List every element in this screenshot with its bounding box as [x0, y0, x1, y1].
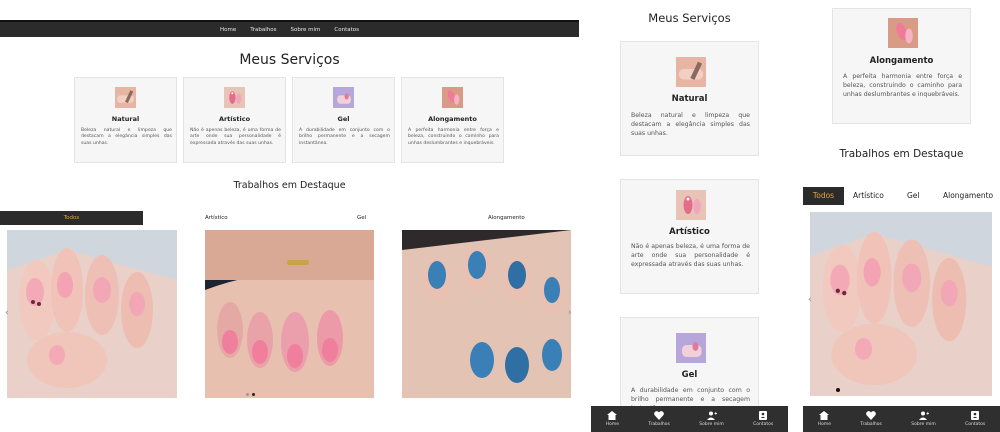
heart-icon	[866, 411, 876, 420]
nail-photo-pink-french	[7, 230, 177, 398]
bottom-nav-label: Contatos	[753, 422, 774, 427]
service-desc: Beleza natural e limpeza que destacam a …	[631, 112, 750, 138]
service-title: Gel	[337, 115, 350, 123]
bottom-nav-label: Sobre mim	[911, 422, 936, 427]
bottom-nav-label: Contatos	[965, 422, 986, 427]
extension-nail-icon	[442, 87, 463, 108]
carousel-dot[interactable]	[246, 393, 249, 396]
service-title: Artístico	[218, 115, 251, 123]
artistic-nail-icon	[676, 190, 706, 220]
service-title: Alongamento	[869, 56, 934, 66]
gallery-image-gel[interactable]	[402, 230, 571, 398]
screenshot-composite: Home Trabalhos Sobre mim Contatos Meus S…	[0, 0, 1000, 432]
service-card-gel: Gel A durabilidade em conjunto com o bri…	[620, 317, 759, 417]
tab-alongamento[interactable]: Alongamento	[943, 187, 993, 205]
service-card-natural: Natural Beleza natural e limpeza que des…	[620, 41, 759, 156]
service-card-alongamento: Alongamento A perfeita harmonia entre fo…	[832, 8, 971, 124]
bottom-nav-label: Trabalhos	[860, 422, 882, 427]
gallery-carousel: ‹ ›	[0, 228, 579, 400]
tab-gel[interactable]: Gel	[357, 211, 366, 225]
bottom-nav-home[interactable]: Home	[818, 411, 831, 427]
services-title: Meus Serviços	[239, 52, 340, 68]
tab-alongamento[interactable]: Alongamento	[488, 211, 525, 225]
service-title: Artístico	[669, 227, 710, 237]
user-add-icon	[706, 411, 717, 420]
natural-nail-icon	[115, 87, 136, 108]
carousel-prev-button[interactable]: ‹	[808, 295, 812, 305]
tab-todos[interactable]: Todos	[803, 187, 844, 205]
services-cards: Natural Beleza natural e limpeza que des…	[74, 77, 506, 163]
service-title: Alongamento	[428, 115, 477, 123]
gallery-tabs: Todos Artístico Gel Alongamento	[803, 187, 1000, 205]
gallery-image-todos[interactable]	[7, 230, 177, 398]
nav-contatos[interactable]: Contatos	[334, 27, 359, 33]
service-title: Natural	[111, 115, 140, 123]
service-desc: Não é apenas beleza, é uma forma de arte…	[190, 128, 281, 146]
bottom-nav-label: Home	[817, 422, 831, 427]
service-card-gel: Gel A durabilidade em conjunto com o bri…	[292, 77, 395, 163]
nav-sobre-mim[interactable]: Sobre mim	[291, 27, 321, 33]
top-navbar: Home Trabalhos Sobre mim Contatos	[0, 20, 579, 37]
gallery-title: Trabalhos em Destaque	[233, 180, 346, 191]
desktop-view: Home Trabalhos Sobre mim Contatos Meus S…	[0, 0, 579, 432]
home-icon	[607, 411, 618, 420]
mobile-view-services: Meus Serviços Natural Beleza natural e l…	[591, 0, 788, 432]
bottom-navbar: Home Trabalhos Sobre mim Contatos	[591, 406, 788, 432]
service-desc: A perfeita harmonia entre força e beleza…	[408, 128, 499, 146]
bottom-nav-label: Home	[605, 422, 619, 427]
gallery-image-todos[interactable]	[810, 212, 992, 396]
bottom-navbar: Home Trabalhos Sobre mim Contatos	[803, 406, 1000, 432]
carousel-prev-button[interactable]: ‹	[5, 308, 9, 318]
service-desc: Beleza natural e limpeza que destacam a …	[81, 128, 172, 146]
bottom-nav-sobre-mim[interactable]: Sobre mim	[911, 411, 936, 427]
services-title: Meus Serviços	[648, 11, 731, 25]
bottom-nav-trabalhos[interactable]: Trabalhos	[860, 411, 882, 427]
tab-artistico[interactable]: Artístico	[205, 211, 228, 225]
gallery-tabs: Todos Artístico Gel Alongamento	[0, 211, 579, 225]
gel-nail-icon	[333, 87, 354, 108]
service-card-artistico: Artístico Não é apenas beleza, é uma for…	[620, 179, 759, 294]
natural-nail-icon	[676, 57, 706, 87]
tab-gel[interactable]: Gel	[907, 187, 920, 205]
carousel-dot-active[interactable]	[252, 393, 255, 396]
gallery-image-artistico[interactable]	[205, 230, 374, 398]
bottom-nav-sobre-mim[interactable]: Sobre mim	[699, 411, 724, 427]
bottom-nav-home[interactable]: Home	[606, 411, 619, 427]
nav-trabalhos[interactable]: Trabalhos	[250, 27, 276, 33]
carousel-dot-active[interactable]	[836, 388, 840, 392]
gel-nail-icon	[676, 333, 706, 363]
nail-photo-pink-french	[810, 212, 992, 396]
service-title: Gel	[681, 370, 698, 380]
bottom-nav-contatos[interactable]: Contatos	[965, 411, 985, 427]
user-add-icon	[918, 411, 929, 420]
service-card-artistico: Artístico Não é apenas beleza, é uma for…	[183, 77, 286, 163]
service-card-natural: Natural Beleza natural e limpeza que des…	[74, 77, 177, 163]
nav-home[interactable]: Home	[220, 27, 236, 33]
bottom-nav-trabalhos[interactable]: Trabalhos	[648, 411, 670, 427]
carousel-next-button[interactable]: ›	[568, 308, 572, 318]
bottom-nav-contatos[interactable]: Contatos	[753, 411, 773, 427]
service-desc: A perfeita harmonia entre força e beleza…	[843, 73, 962, 99]
gallery-title: Trabalhos em Destaque	[839, 148, 964, 160]
service-desc: Não é apenas beleza, é uma forma de arte…	[631, 243, 750, 269]
bottom-nav-label: Trabalhos	[648, 422, 670, 427]
service-desc: A durabilidade em conjunto com o brilho …	[299, 128, 390, 146]
bottom-nav-label: Sobre mim	[699, 422, 724, 427]
nail-photo-pink-ring	[205, 230, 374, 398]
home-icon	[819, 411, 830, 420]
heart-icon	[654, 411, 664, 420]
service-title: Natural	[671, 94, 708, 104]
extension-nail-icon	[888, 18, 918, 48]
mobile-view-gallery: Alongamento A perfeita harmonia entre fo…	[803, 0, 1000, 432]
service-card-alongamento: Alongamento A perfeita harmonia entre fo…	[401, 77, 504, 163]
artistic-nail-icon	[224, 87, 245, 108]
tab-artistico[interactable]: Artístico	[853, 187, 884, 205]
tab-todos[interactable]: Todos	[0, 211, 143, 225]
nail-photo-blue	[402, 230, 571, 398]
contacts-icon	[759, 411, 768, 420]
contacts-icon	[971, 411, 980, 420]
